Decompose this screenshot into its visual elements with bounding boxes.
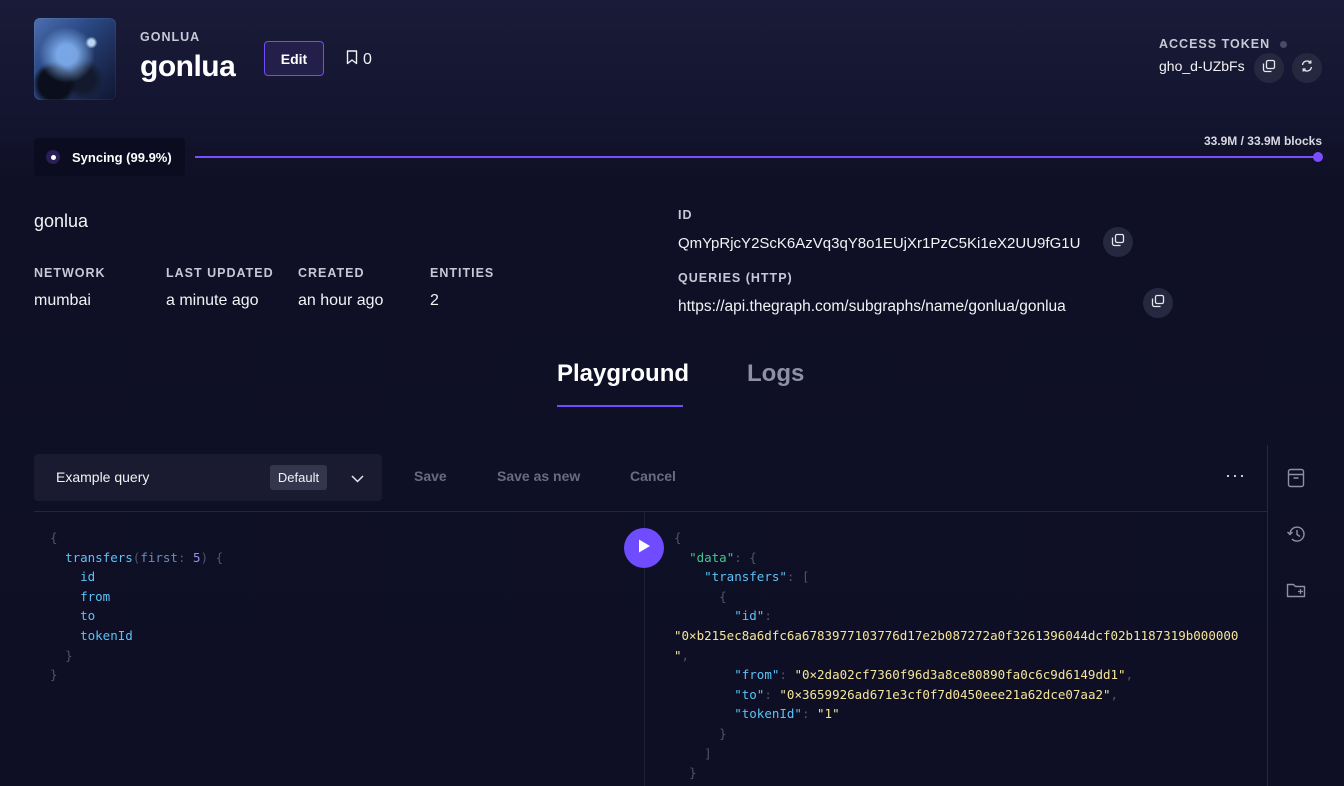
code-brace: { — [50, 530, 58, 545]
active-tab-indicator — [557, 405, 683, 407]
refresh-icon — [1300, 59, 1314, 78]
code-field: tokenId — [80, 627, 133, 643]
code-entity: transfers — [65, 549, 133, 565]
result-key: "data" — [689, 549, 735, 565]
result-value: "1" — [817, 706, 840, 722]
result-key: "transfers" — [704, 569, 787, 585]
chevron-down-icon[interactable] — [351, 470, 364, 488]
bookmark-button[interactable]: 0 — [346, 50, 372, 70]
save-button[interactable]: Save — [414, 468, 447, 484]
code-field: id — [80, 569, 96, 585]
play-icon — [637, 538, 651, 559]
save-as-new-button[interactable]: Save as new — [497, 468, 580, 484]
subgraph-name: gonlua — [34, 211, 89, 231]
result-value: " — [674, 647, 682, 663]
folder-icon[interactable] — [1283, 577, 1309, 603]
copy-icon — [1151, 294, 1165, 313]
result-key: "tokenId" — [734, 706, 802, 722]
code-brace: } — [65, 647, 73, 663]
more-options-button[interactable]: ··· — [1225, 465, 1246, 486]
query-editor[interactable]: { transfers(first: 5) { id from to token… — [50, 528, 223, 685]
queries-url: https://api.thegraph.com/subgraphs/name/… — [678, 298, 1066, 315]
result-key: "to" — [734, 686, 765, 702]
id-label: ID — [678, 208, 693, 222]
result-panel: { "data": { "transfers": [ { "id": "0×b2… — [674, 530, 1239, 781]
code-brace: } — [50, 667, 58, 683]
bookmark-icon — [346, 50, 358, 70]
code-arg-value: 5 — [193, 549, 201, 565]
result-key: "id" — [734, 608, 765, 624]
created-value: an hour ago — [298, 292, 384, 309]
access-token-title: ACCESS TOKEN — [1159, 37, 1271, 51]
sync-status-text: Syncing (99.9%) — [72, 149, 172, 165]
bookmark-count: 0 — [363, 51, 372, 68]
tab-playground[interactable]: Playground — [557, 360, 689, 388]
result-value: "0×2da02cf7360f96d3a8ce80890fa0c6c9d6149… — [794, 667, 1126, 683]
code-field: from — [80, 588, 111, 604]
blocks-count: 33.9M / 33.9M blocks — [1203, 134, 1322, 148]
copy-url-button[interactable] — [1143, 288, 1173, 318]
entities-value: 2 — [430, 292, 439, 309]
sync-indicator-icon — [46, 150, 60, 164]
copy-icon — [1262, 59, 1276, 78]
access-token-label: ACCESS TOKEN — [1159, 37, 1288, 51]
network-value: mumbai — [34, 292, 91, 309]
sidebar-divider — [1267, 445, 1268, 786]
queries-label: QUERIES (HTTP) — [678, 271, 793, 285]
result-value: "0×b215ec8a6dfc6a6783977103776d17e2b0872… — [674, 627, 1239, 643]
deployment-id: QmYpRjcY2ScK6AzVq3qY8o1EUjXr1PzC5Ki1eX2U… — [678, 235, 1081, 252]
cancel-button[interactable]: Cancel — [630, 468, 676, 484]
access-token-value: gho_d-UZbFs — [1159, 58, 1245, 74]
last-updated-label: LAST UPDATED — [166, 266, 274, 280]
default-badge: Default — [270, 465, 327, 490]
subgraph-logo — [34, 18, 116, 100]
tab-logs[interactable]: Logs — [747, 360, 804, 388]
network-label: NETWORK — [34, 266, 106, 280]
result-value: "0×3659926ad671e3cf0f7d0450eee21a62dce07… — [779, 686, 1111, 702]
copy-id-button[interactable] — [1103, 227, 1133, 257]
query-name: Example query — [56, 469, 150, 485]
sync-status: Syncing (99.9%) — [34, 138, 185, 176]
last-updated-value: a minute ago — [166, 292, 259, 309]
code-arg-name: first — [140, 549, 178, 565]
copy-token-button[interactable] — [1254, 53, 1284, 83]
code-field: to — [80, 608, 96, 624]
run-query-button[interactable] — [624, 528, 664, 568]
sync-progress-marker — [1313, 152, 1323, 162]
toolbar-divider — [34, 511, 1267, 512]
info-icon[interactable] — [1280, 40, 1288, 48]
result-key: "from" — [734, 667, 780, 683]
archive-icon[interactable] — [1283, 465, 1309, 491]
history-icon[interactable] — [1283, 521, 1309, 547]
created-label: CREATED — [298, 266, 365, 280]
refresh-token-button[interactable] — [1292, 53, 1322, 83]
edit-button[interactable]: Edit — [264, 41, 324, 76]
subgraph-eyebrow: GONLUA — [140, 30, 201, 44]
page-title: gonlua — [140, 50, 236, 83]
copy-icon — [1111, 233, 1125, 252]
sync-progress-bar — [195, 156, 1318, 158]
entities-label: ENTITIES — [430, 266, 495, 280]
sync-progress-fill — [195, 156, 1317, 158]
